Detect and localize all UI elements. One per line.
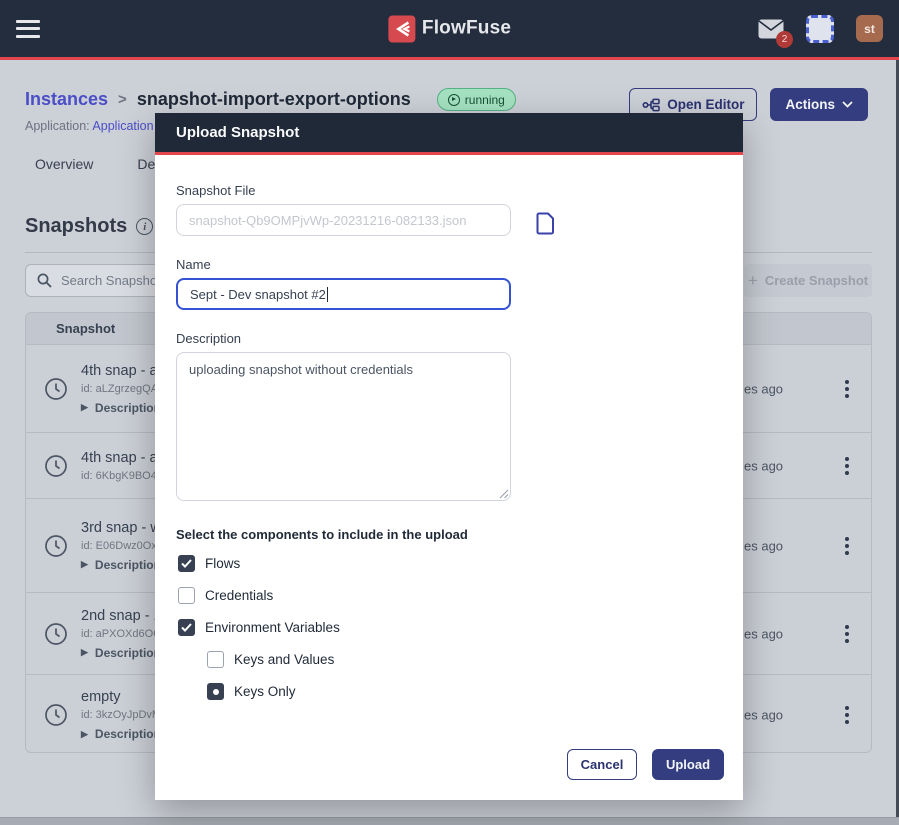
notifications-mail-icon[interactable]: 2 (758, 19, 784, 39)
actions-button[interactable]: Actions (770, 88, 868, 121)
triangle-right-icon: ▶ (81, 559, 88, 570)
create-snapshot-label: Create Snapshot (765, 273, 868, 288)
checkbox-unchecked-icon[interactable] (178, 587, 195, 604)
breadcrumb-separator: > (118, 91, 127, 108)
snapshot-file-label: Snapshot File (176, 183, 256, 198)
flow-editor-icon (642, 98, 660, 112)
clock-icon (44, 534, 68, 558)
description-textarea[interactable] (176, 352, 511, 501)
tab-overview[interactable]: Overview (35, 156, 93, 172)
file-picker-document-icon[interactable] (536, 212, 556, 235)
clock-icon (44, 454, 68, 478)
upload-button[interactable]: Upload (652, 749, 724, 780)
hamburger-menu-icon[interactable] (16, 20, 40, 38)
snapshot-time: es ago (744, 626, 783, 641)
checkbox-flows[interactable]: Flows (178, 555, 240, 572)
modal-header: Upload Snapshot (155, 113, 743, 155)
chevron-down-icon (842, 101, 853, 108)
text-caret (327, 287, 328, 302)
description-expander[interactable]: ▶Description (81, 401, 161, 415)
triangle-right-icon: ▶ (81, 729, 88, 740)
breadcrumb-instances-link[interactable]: Instances (25, 89, 108, 110)
name-value: Sept - Dev snapshot #2 (190, 287, 326, 302)
snapshot-name: 3rd snap - w (81, 520, 163, 536)
snapshot-file-input[interactable] (176, 204, 511, 236)
status-badge: running (437, 88, 516, 111)
radio-keys-only[interactable]: Keys Only (207, 683, 296, 700)
checkbox-checked-icon[interactable] (178, 619, 195, 636)
snapshot-time: es ago (744, 458, 783, 473)
flowfuse-logo: FlowFuse (388, 15, 511, 42)
top-navbar: FlowFuse 2 st (0, 0, 899, 60)
checkbox-credentials[interactable]: Credentials (178, 587, 273, 604)
snapshot-time: es ago (744, 381, 783, 396)
window-bottom-strip (0, 817, 899, 825)
clock-icon (44, 622, 68, 646)
modal-title: Upload Snapshot (176, 124, 299, 141)
snapshot-time: es ago (744, 708, 783, 723)
snapshot-id: id: E06Dwz0Oxp (81, 540, 163, 552)
name-input[interactable]: Sept - Dev snapshot #2 (176, 278, 511, 310)
flowfuse-logo-icon (388, 15, 415, 42)
checkbox-unchecked-icon[interactable] (207, 651, 224, 668)
components-label: Select the components to include in the … (176, 527, 468, 542)
status-badge-label: running (465, 93, 505, 107)
info-icon[interactable]: i (136, 218, 153, 235)
description-label: Description (176, 331, 241, 346)
checkbox-checked-icon[interactable] (178, 555, 195, 572)
kebab-menu-icon[interactable] (845, 380, 849, 398)
snapshots-heading: Snapshots i (25, 215, 153, 238)
snapshot-time: es ago (744, 538, 783, 553)
checkbox-environment-variables[interactable]: Environment Variables (178, 619, 340, 636)
search-icon (37, 273, 52, 288)
description-expander[interactable]: ▶Description (81, 558, 163, 572)
actions-label: Actions (785, 97, 835, 112)
running-play-icon (448, 94, 460, 106)
snapshot-name: empty (81, 689, 161, 705)
kebab-menu-icon[interactable] (845, 625, 849, 643)
snapshot-id: id: aLZgrzegQA (81, 383, 161, 395)
create-snapshot-button[interactable]: + Create Snapshot (744, 264, 872, 297)
page-title: snapshot-import-export-options (137, 89, 411, 110)
name-label: Name (176, 257, 211, 272)
application-label: Application: (25, 119, 90, 133)
application-link[interactable]: Application (92, 119, 153, 133)
clock-icon (44, 703, 68, 727)
plus-icon: + (748, 272, 758, 289)
cancel-button[interactable]: Cancel (567, 749, 637, 780)
kebab-menu-icon[interactable] (845, 537, 849, 555)
kebab-menu-icon[interactable] (845, 457, 849, 475)
breadcrumb: Instances > snapshot-import-export-optio… (25, 88, 516, 111)
snapshot-name: 4th snap - a (81, 363, 161, 379)
clock-icon (44, 377, 68, 401)
user-avatar[interactable]: st (856, 15, 883, 42)
snapshots-heading-text: Snapshots (25, 215, 127, 238)
description-expander[interactable]: ▶Description (81, 727, 161, 741)
app-window: FlowFuse 2 st Instances > snapshot-impor… (0, 0, 899, 825)
snapshot-id: id: 3kzOyJpDvM (81, 709, 161, 721)
radio-selected-icon[interactable] (207, 683, 224, 700)
mail-badge-count: 2 (776, 31, 793, 48)
upload-snapshot-modal: Upload Snapshot Snapshot File Name Sept … (155, 113, 743, 800)
modal-body: Snapshot File Name Sept - Dev snapshot #… (155, 155, 743, 797)
snapshot-name: 4th snap - a (81, 450, 163, 466)
triangle-right-icon: ▶ (81, 402, 88, 413)
open-editor-label: Open Editor (667, 97, 744, 112)
checkbox-keys-and-values[interactable]: Keys and Values (207, 651, 334, 668)
flowfuse-logo-text: FlowFuse (422, 18, 511, 40)
search-placeholder: Search Snapshots (61, 273, 167, 288)
team-grid-icon[interactable] (806, 15, 834, 43)
snapshot-id: id: 6KbgK9BO4a (81, 470, 163, 482)
kebab-menu-icon[interactable] (845, 706, 849, 724)
application-row: Application: Application (25, 119, 154, 133)
triangle-right-icon: ▶ (81, 647, 88, 658)
